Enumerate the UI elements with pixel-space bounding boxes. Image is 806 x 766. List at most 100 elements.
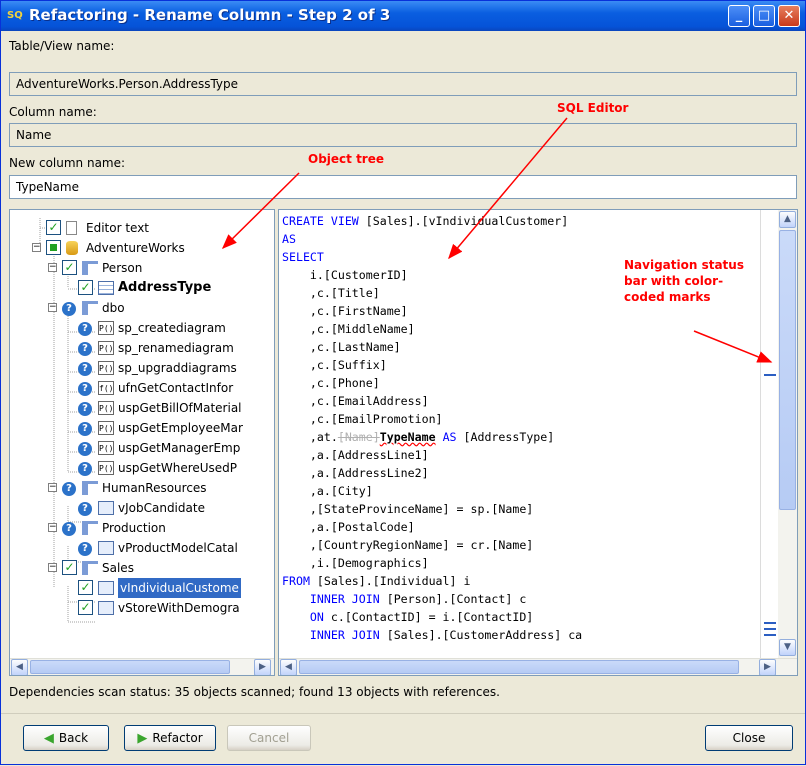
tree-item-label: uspGetManagerEmp: [118, 441, 241, 455]
code-line[interactable]: ON c.[ContactID] = i.[ContactID]: [282, 608, 533, 626]
unknown-state-icon[interactable]: ?: [62, 482, 76, 496]
code-line[interactable]: ,c.[Phone]: [282, 374, 380, 392]
unknown-state-icon[interactable]: ?: [78, 322, 92, 336]
tree-item[interactable]: − ✓ Person: [10, 258, 274, 278]
unknown-state-icon[interactable]: ?: [78, 362, 92, 376]
code-line[interactable]: ,c.[FirstName]: [282, 302, 408, 320]
code-line[interactable]: ,i.[Demographics]: [282, 554, 429, 572]
unknown-state-icon[interactable]: ?: [62, 522, 76, 536]
tree-item[interactable]: −? HumanResources: [10, 478, 274, 498]
refactor-button[interactable]: ▶ Refactor: [124, 725, 216, 751]
maximize-button[interactable]: □: [753, 5, 775, 27]
checkbox[interactable]: ✓: [78, 600, 93, 615]
object-tree[interactable]: ✓ Editor text − AdventureWorks − ✓ Person ✓ Addr…: [9, 209, 275, 676]
tree-item[interactable]: ? P() uspGetManagerEmp: [10, 438, 274, 458]
tree-item[interactable]: ✓ vIndividualCustome: [10, 578, 274, 598]
code-line[interactable]: ,c.[Title]: [282, 284, 380, 302]
navigation-status-bar[interactable]: [760, 210, 777, 658]
tree-item[interactable]: ? vJobCandidate: [10, 498, 274, 518]
new-column-name-input[interactable]: TypeName: [9, 175, 797, 199]
unknown-state-icon[interactable]: ?: [78, 542, 92, 556]
tree-item[interactable]: ✓ vStoreWithDemogra: [10, 598, 274, 618]
code-line[interactable]: ,c.[EmailAddress]: [282, 392, 429, 410]
checkbox[interactable]: ✓: [62, 260, 77, 275]
unknown-state-icon[interactable]: ?: [78, 442, 92, 456]
tree-item[interactable]: ✓ AddressType: [10, 278, 274, 298]
code-line[interactable]: INNER JOIN [Person].[Contact] c: [282, 590, 526, 608]
title-bar[interactable]: SQ Refactoring - Rename Column - Step 2 …: [1, 1, 805, 31]
editor-hscroll-thumb[interactable]: [299, 660, 739, 674]
code-line[interactable]: AS: [282, 230, 296, 248]
code-line[interactable]: SELECT: [282, 248, 324, 266]
close-button[interactable]: Close: [705, 725, 793, 751]
tree-item[interactable]: −? Production: [10, 518, 274, 538]
code-line[interactable]: ,a.[City]: [282, 482, 373, 500]
tree-item[interactable]: ? P() sp_renamediagram: [10, 338, 274, 358]
cancel-button[interactable]: Cancel: [227, 725, 311, 751]
tree-item[interactable]: − AdventureWorks: [10, 238, 274, 258]
tree-item[interactable]: ? P() sp_upgraddiagrams: [10, 358, 274, 378]
code-line[interactable]: ,c.[MiddleName]: [282, 320, 415, 338]
unknown-state-icon[interactable]: ?: [78, 342, 92, 356]
editor-horizontal-scrollbar[interactable]: ◀ ▶: [279, 658, 797, 675]
code-line[interactable]: ,a.[AddressLine1]: [282, 446, 429, 464]
tree-item[interactable]: ? P() uspGetWhereUsedP: [10, 458, 274, 478]
tree-item[interactable]: ? P() sp_creatediagram: [10, 318, 274, 338]
scroll-right-icon[interactable]: ▶: [759, 659, 776, 675]
tree-item[interactable]: ? vProductModelCatal: [10, 538, 274, 558]
unknown-state-icon[interactable]: ?: [78, 462, 92, 476]
checkbox[interactable]: ✓: [78, 280, 93, 295]
editor-scroll-thumb[interactable]: [779, 230, 796, 510]
code-line[interactable]: ,a.[AddressLine2]: [282, 464, 429, 482]
code-line[interactable]: FROM [Sales].[Individual] i: [282, 572, 470, 590]
code-line[interactable]: ,c.[EmailPromotion]: [282, 410, 443, 428]
view-icon: [98, 501, 114, 515]
tree-item-label: vProductModelCatal: [118, 541, 238, 555]
tree-horizontal-scrollbar[interactable]: ◀ ▶: [10, 658, 274, 675]
code-line[interactable]: INNER JOIN [Sales].[CustomerAddress] ca: [282, 626, 582, 644]
back-button[interactable]: ◀ Back: [23, 725, 109, 751]
checkbox[interactable]: ✓: [62, 560, 77, 575]
code-line[interactable]: ,at.[Name]TypeName AS [AddressType]: [282, 428, 554, 446]
scroll-left-icon[interactable]: ◀: [280, 659, 297, 675]
code-line[interactable]: i.[CustomerID]: [282, 266, 408, 284]
code-line[interactable]: ,c.[Suffix]: [282, 356, 387, 374]
tree-scroll-thumb[interactable]: [30, 660, 230, 674]
tree-item[interactable]: −? dbo: [10, 298, 274, 318]
editor-vertical-scrollbar[interactable]: ▲ ▼: [778, 210, 797, 658]
partial-checkbox[interactable]: [46, 240, 61, 255]
unknown-state-icon[interactable]: ?: [78, 382, 92, 396]
code-line[interactable]: ,[CountryRegionName] = cr.[Name]: [282, 536, 533, 554]
collapse-icon[interactable]: −: [32, 243, 41, 252]
minimize-button[interactable]: _: [728, 5, 750, 27]
scroll-up-icon[interactable]: ▲: [779, 211, 796, 228]
tree-item[interactable]: ? P() uspGetEmployeeMar: [10, 418, 274, 438]
tree-item[interactable]: − ✓ Sales: [10, 558, 274, 578]
checkbox[interactable]: ✓: [78, 580, 93, 595]
nav-mark[interactable]: [764, 374, 776, 376]
code-line[interactable]: ,c.[LastName]: [282, 338, 401, 356]
unknown-state-icon[interactable]: ?: [78, 402, 92, 416]
tree-item[interactable]: ? f() ufnGetContactInfor: [10, 378, 274, 398]
unknown-state-icon[interactable]: ?: [78, 502, 92, 516]
collapse-icon[interactable]: −: [48, 563, 57, 572]
scroll-left-icon[interactable]: ◀: [11, 659, 28, 675]
scroll-down-icon[interactable]: ▼: [779, 639, 796, 656]
nav-mark[interactable]: [764, 622, 776, 624]
nav-mark[interactable]: [764, 634, 776, 636]
nav-mark[interactable]: [764, 628, 776, 630]
unknown-state-icon[interactable]: ?: [62, 302, 76, 316]
collapse-icon[interactable]: −: [48, 523, 57, 532]
checkbox[interactable]: ✓: [46, 220, 61, 235]
collapse-icon[interactable]: −: [48, 483, 57, 492]
tree-item[interactable]: ? P() uspGetBillOfMaterial: [10, 398, 274, 418]
collapse-icon[interactable]: −: [48, 263, 57, 272]
code-line[interactable]: CREATE VIEW [Sales].[vIndividualCustomer…: [282, 212, 568, 230]
code-line[interactable]: ,[StateProvinceName] = sp.[Name]: [282, 500, 533, 518]
scroll-right-icon[interactable]: ▶: [254, 659, 271, 675]
tree-item[interactable]: ✓ Editor text: [10, 218, 274, 238]
close-window-button[interactable]: ✕: [778, 5, 800, 27]
unknown-state-icon[interactable]: ?: [78, 422, 92, 436]
code-line[interactable]: ,a.[PostalCode]: [282, 518, 415, 536]
collapse-icon[interactable]: −: [48, 303, 57, 312]
